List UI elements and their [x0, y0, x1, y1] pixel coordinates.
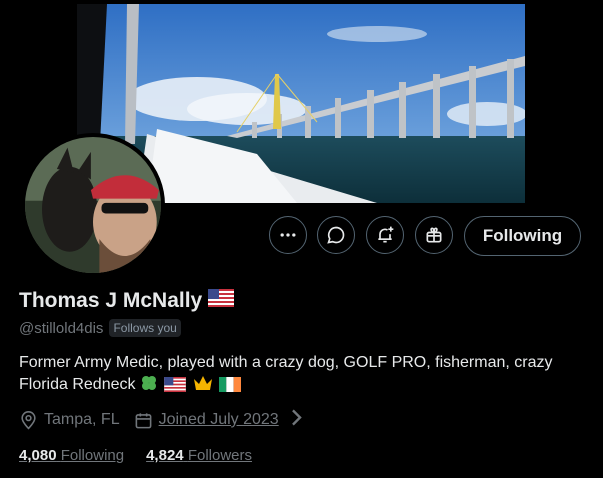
display-name: Thomas J McNally: [19, 289, 235, 313]
follow-stats: 4,080 Following 4,824 Followers: [19, 447, 274, 464]
handle: @stillold4dis: [19, 319, 104, 337]
joined-date[interactable]: Joined July 2023: [134, 408, 306, 432]
profile-meta: Tampa, FL Joined July 2023: [19, 408, 320, 432]
followers-count-link[interactable]: 4,824 Followers: [146, 447, 252, 464]
four-leaf-clover-icon: [140, 374, 158, 399]
us-flag-icon: [164, 377, 187, 399]
gift-button[interactable]: [415, 216, 453, 254]
following-count-link[interactable]: 4,080 Following: [19, 447, 124, 464]
location-text: Tampa, FL: [44, 411, 120, 428]
follows-you-badge: Follows you: [109, 319, 181, 337]
following-label: Following: [60, 447, 125, 464]
joined-text[interactable]: Joined July 2023: [159, 411, 279, 429]
display-name-text: Thomas J McNally: [19, 289, 203, 312]
followers-count: 4,824: [146, 447, 184, 464]
avatar[interactable]: [21, 133, 165, 277]
crown-icon: [193, 374, 213, 399]
following-count: 4,080: [19, 447, 57, 464]
location: Tampa, FL: [19, 410, 120, 430]
bio: Former Army Medic, played with a crazy d…: [19, 352, 589, 399]
followers-label: Followers: [187, 447, 252, 464]
handle-row: @stillold4dis Follows you: [19, 319, 181, 337]
bell-plus-icon: [378, 226, 394, 243]
ellipsis-icon: [280, 233, 296, 237]
ireland-flag-icon: [219, 377, 242, 399]
location-pin-icon: [21, 410, 36, 430]
message-button[interactable]: [317, 216, 355, 254]
chevron-right-icon[interactable]: [287, 408, 306, 432]
following-button[interactable]: Following: [464, 216, 581, 256]
notify-button[interactable]: [366, 216, 404, 254]
avatar-image: [25, 137, 161, 273]
calendar-icon: [135, 412, 152, 428]
bio-text: Former Army Medic, played with a crazy d…: [19, 354, 553, 393]
message-icon: [327, 226, 345, 244]
gift-icon: [426, 227, 442, 243]
us-flag-icon: [208, 289, 235, 313]
more-button[interactable]: [269, 216, 307, 254]
